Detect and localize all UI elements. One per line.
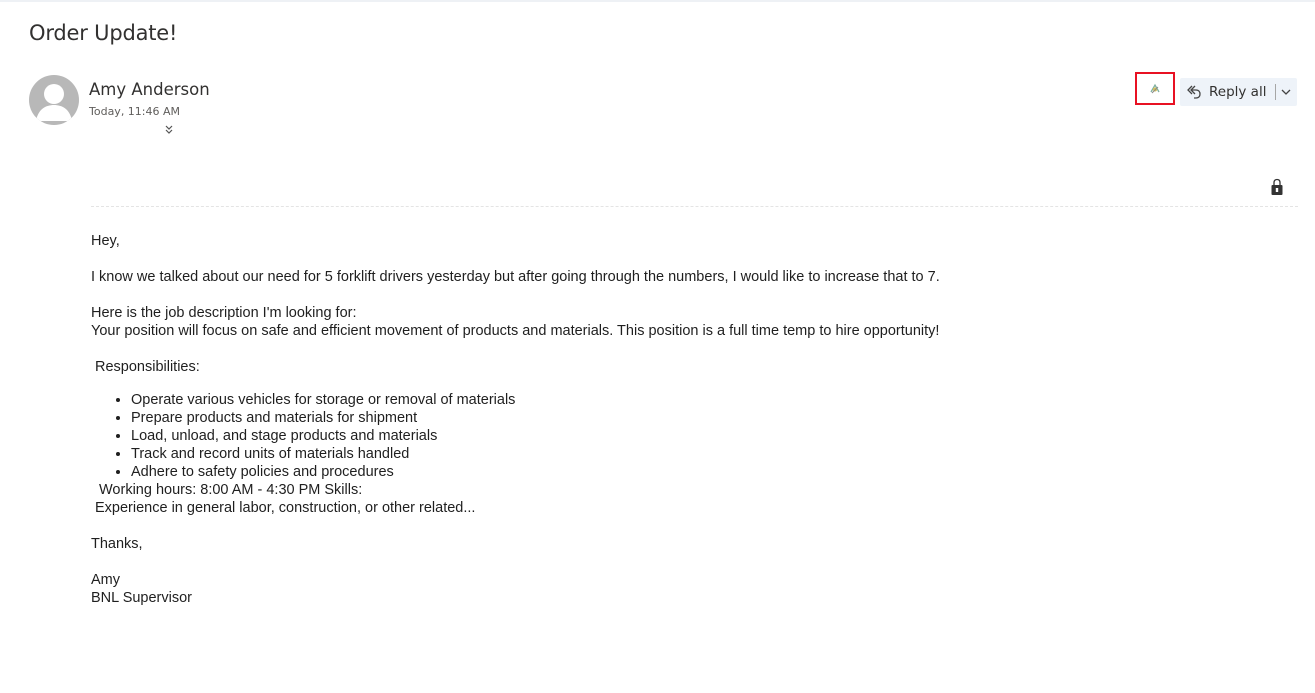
job-summary: Your position will focus on safe and eff…	[91, 323, 940, 339]
responsibilities-heading: Responsibilities:	[95, 359, 200, 375]
working-hours: Working hours: 8:00 AM - 4:30 PM Skills:	[99, 482, 363, 498]
email-body: Hey, I know we talked about our need for…	[91, 232, 1191, 607]
add-in-button[interactable]	[1135, 72, 1175, 105]
list-item: Operate various vehicles for storage or …	[131, 391, 1191, 409]
encryption-button[interactable]	[1270, 178, 1284, 196]
avatar-person-icon	[36, 84, 72, 121]
reply-all-group: Reply all	[1180, 78, 1297, 106]
body-divider	[91, 206, 1298, 207]
double-chevron-down-icon	[165, 125, 173, 134]
body-paragraph: I know we talked about our need for 5 fo…	[91, 269, 940, 285]
responsibilities-list: Operate various vehicles for storage or …	[91, 391, 1191, 481]
top-border	[0, 0, 1315, 2]
job-intro: Here is the job description I'm looking …	[91, 305, 357, 321]
sent-time: Today, 11:46 AM	[89, 105, 181, 118]
list-item: Track and record units of materials hand…	[131, 445, 1191, 463]
greeting: Hey,	[91, 233, 120, 249]
signature-title: BNL Supervisor	[91, 590, 193, 606]
list-item: Load, unload, and stage products and mat…	[131, 427, 1191, 445]
lock-icon	[1271, 178, 1283, 195]
reply-all-button[interactable]: Reply all	[1180, 78, 1266, 106]
email-subject: Order Update!	[29, 21, 178, 45]
expand-recipients-button[interactable]	[162, 123, 176, 137]
reply-all-label: Reply all	[1209, 84, 1267, 100]
experience: Experience in general labor, constructio…	[95, 500, 476, 516]
signature-name: Amy	[91, 572, 120, 588]
sender-avatar[interactable]	[29, 75, 79, 125]
list-item: Adhere to safety policies and procedures	[131, 463, 1191, 481]
reply-options-button[interactable]	[1276, 78, 1296, 106]
reply-all-icon	[1187, 85, 1201, 99]
closing: Thanks,	[91, 536, 143, 552]
list-item: Prepare products and materials for shipm…	[131, 409, 1191, 427]
add-in-icon	[1150, 83, 1160, 93]
sender-name[interactable]: Amy Anderson	[89, 80, 210, 99]
chevron-down-icon	[1282, 89, 1291, 95]
